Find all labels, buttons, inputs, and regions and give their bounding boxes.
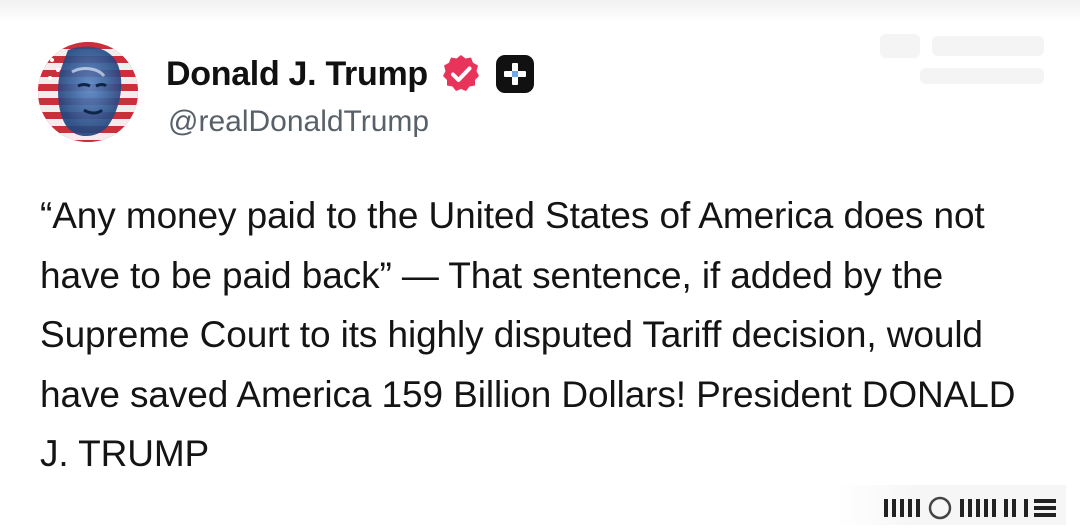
post-text: “Any money paid to the United States of … <box>40 195 1016 474</box>
top-edge-shade <box>0 0 1080 22</box>
verified-badge-icon <box>440 53 482 95</box>
author-name-row: Donald J. Trump <box>166 52 536 96</box>
plus-icon <box>494 53 536 95</box>
avatar-flag-portrait-icon <box>38 42 138 142</box>
author-avatar[interactable] <box>38 42 138 142</box>
author-name[interactable]: Donald J. Trump <box>166 54 428 94</box>
watermark-bar <box>836 485 1066 525</box>
post-header: Donald J. Trump @realDonaldTrump <box>38 40 1038 144</box>
author-handle[interactable]: @realDonaldTrump <box>168 104 429 140</box>
